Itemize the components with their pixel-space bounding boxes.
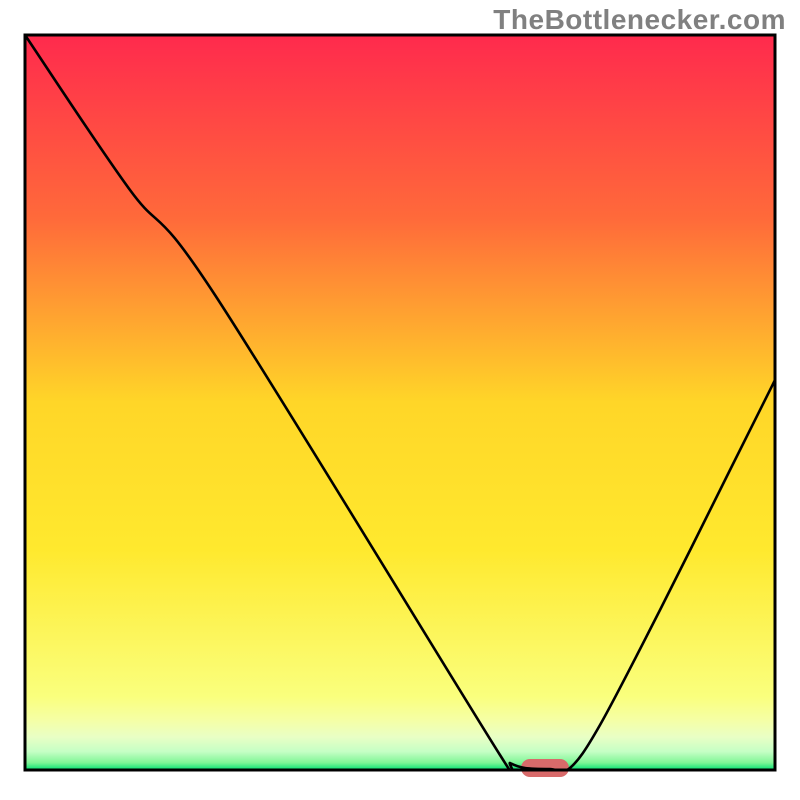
watermark-text: TheBottlenecker.com [493, 4, 786, 36]
bottleneck-chart [0, 0, 800, 800]
chart-background [25, 35, 775, 770]
